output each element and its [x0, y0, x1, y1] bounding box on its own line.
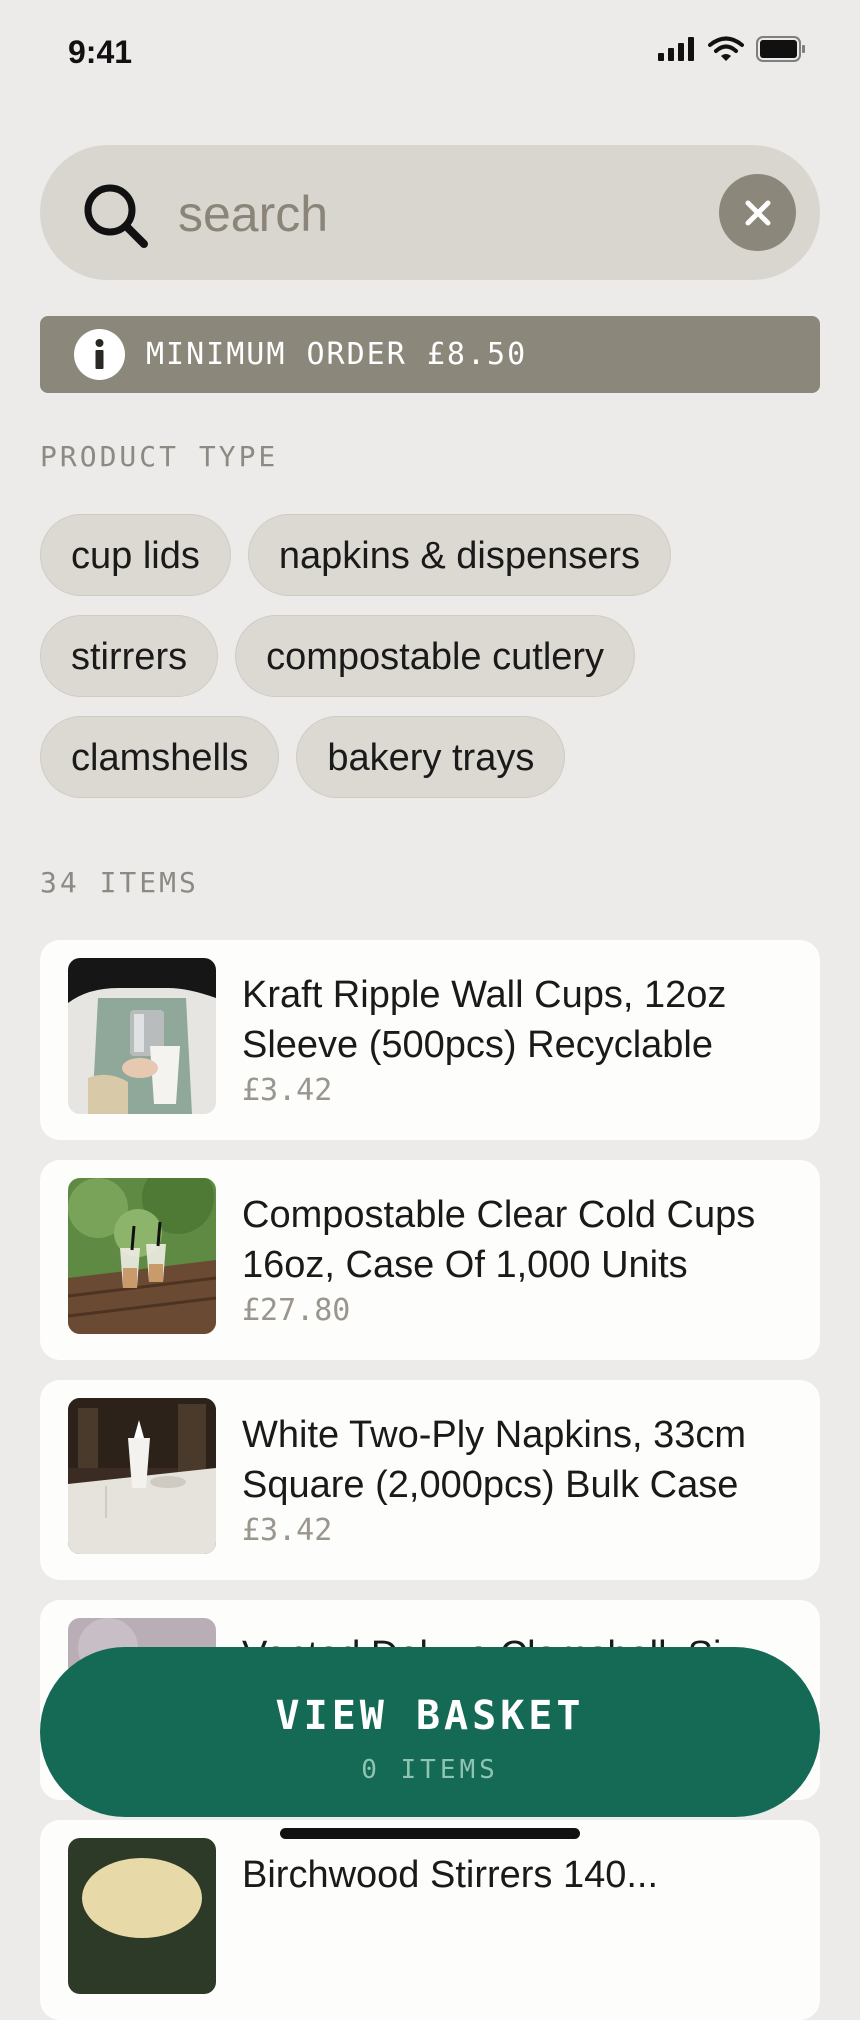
minimum-order-text: MINIMUM ORDER £8.50 — [146, 337, 528, 372]
product-card[interactable]: Compostable Clear Cold Cups 16oz, Case O… — [40, 1160, 820, 1360]
chip-stirrers[interactable]: stirrers — [40, 615, 219, 697]
chip-clamshells[interactable]: clamshells — [40, 716, 280, 798]
status-bar: 9:41 — [0, 0, 860, 100]
product-type-label: PRODUCT TYPE — [40, 440, 279, 473]
basket-item-count: 0 ITEMS — [361, 1755, 499, 1785]
product-price: £27.80 — [242, 1293, 351, 1328]
close-icon — [745, 200, 770, 225]
chip-compostable-cutlery[interactable]: compostable cutlery — [235, 615, 636, 697]
product-card[interactable]: Birchwood Stirrers 140... — [40, 1820, 820, 2020]
product-image — [68, 1398, 216, 1554]
view-basket-button[interactable]: VIEW BASKET 0 ITEMS — [40, 1647, 820, 1817]
status-icons — [658, 36, 806, 62]
search-input[interactable] — [176, 175, 700, 252]
product-name: Kraft Ripple Wall Cups, 12oz Sleeve (500… — [242, 974, 727, 1066]
basket-label: VIEW BASKET — [275, 1693, 585, 1739]
product-image — [68, 1838, 216, 1994]
product-price: £3.42 — [242, 1073, 333, 1108]
status-time: 9:41 — [68, 34, 133, 70]
chip-cup-lids[interactable]: cup lids — [40, 514, 231, 596]
product-card[interactable]: Kraft Ripple Wall Cups, 12oz Sleeve (500… — [40, 940, 820, 1140]
battery-icon — [756, 36, 805, 62]
product-name: Birchwood Stirrers 140... — [242, 1854, 659, 1896]
search-icon — [84, 184, 148, 248]
product-price: £3.42 — [242, 1513, 333, 1548]
product-name: White Two-Ply Napkins, 33cm Square (2,00… — [242, 1414, 747, 1506]
product-card[interactable]: White Two-Ply Napkins, 33cm Square (2,00… — [40, 1380, 820, 1580]
minimum-order-banner: MINIMUM ORDER £8.50 — [40, 316, 820, 393]
chip-napkins-dispensers[interactable]: napkins & dispensers — [247, 514, 672, 596]
home-indicator — [280, 1828, 580, 1839]
info-icon — [74, 329, 125, 380]
chip-bakery-trays[interactable]: bakery trays — [296, 716, 566, 798]
wifi-icon — [708, 36, 744, 61]
product-image — [68, 1178, 216, 1334]
product-name: Compostable Clear Cold Cups 16oz, Case O… — [242, 1194, 756, 1286]
search-bar — [40, 145, 820, 280]
items-count: 34 ITEMS — [40, 866, 199, 899]
clear-search-button[interactable] — [719, 174, 796, 251]
signal-icon — [658, 37, 694, 61]
product-image — [68, 958, 216, 1114]
product-type-chips: cup lids napkins & dispensers stirrers c… — [40, 514, 820, 798]
